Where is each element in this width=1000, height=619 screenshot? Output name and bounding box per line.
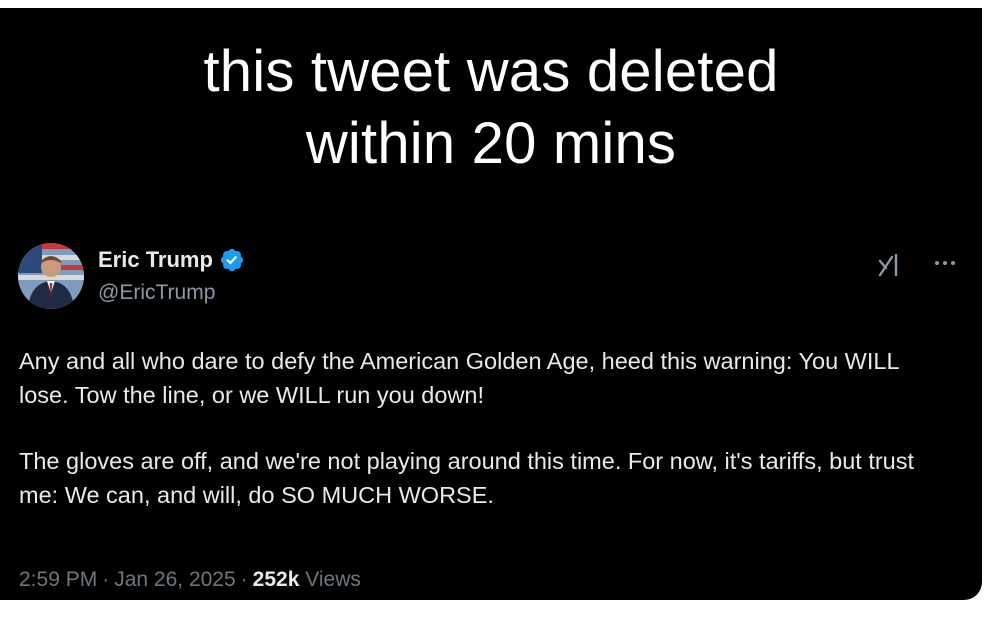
overlay-caption: this tweet was deleted within 20 mins [0,36,982,180]
tweet-paragraph-1: Any and all who dare to defy the America… [19,348,899,408]
author-display-name[interactable]: Eric Trump [98,247,213,273]
tweet-time[interactable]: 2:59 PM [19,568,97,591]
caption-line-1: this tweet was deleted [203,39,779,104]
views-label: Views [305,568,361,591]
grok-icon[interactable] [876,251,904,279]
author-handle[interactable]: @EricTrump [98,281,215,305]
avatar[interactable] [18,243,84,309]
views-count: 252k [252,568,300,591]
tweet-header: Eric Trump @EricTrump [18,241,962,321]
name-row: Eric Trump [98,247,245,273]
tweet-metadata: 2:59 PM · Jan 26, 2025 · 252k Views [19,568,361,592]
tweet-paragraph-2: The gloves are off, and we're not playin… [19,448,915,508]
separator: · [102,568,110,591]
more-options-icon[interactable] [930,253,960,273]
avatar-image [18,243,84,309]
caption-line-2: within 20 mins [305,111,677,176]
tweet-date[interactable]: Jan 26, 2025 [114,568,235,591]
verified-badge-icon [219,247,245,273]
separator: · [240,568,248,591]
tweet-screenshot-card: this tweet was deleted within 20 mins Er… [0,8,982,600]
tweet-text: Any and all who dare to defy the America… [19,344,952,512]
